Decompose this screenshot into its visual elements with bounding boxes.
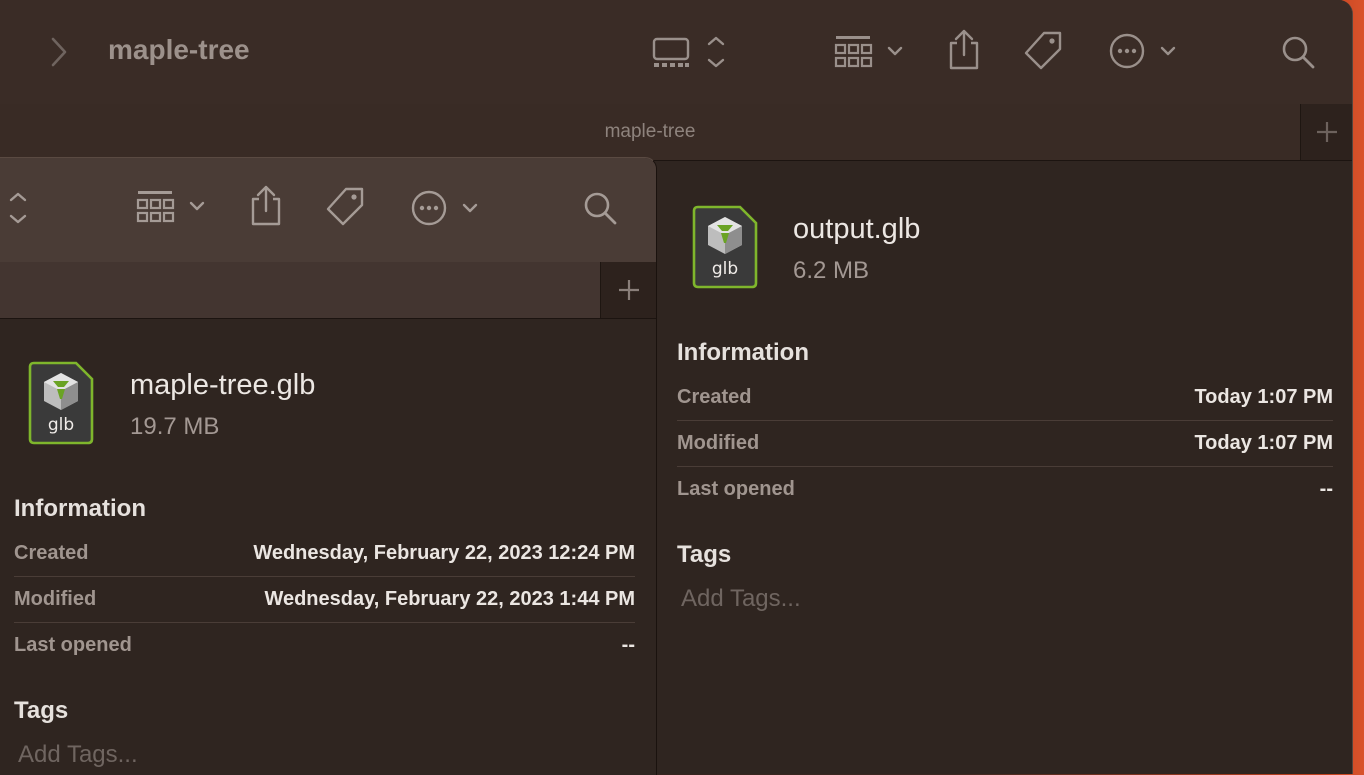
glb-file-icon: glb xyxy=(690,205,760,289)
add-tags-field[interactable]: Add Tags... xyxy=(18,741,138,769)
modified-value: Today 1:07 PM xyxy=(1194,432,1333,454)
finder-window-front: glb maple-tree.glb 19.7 MB Information C… xyxy=(0,157,657,775)
view-mode-icon[interactable] xyxy=(8,192,28,226)
modified-label: Modified xyxy=(14,588,97,610)
plus-icon xyxy=(617,278,641,302)
last-opened-row: Last opened -- xyxy=(677,467,1333,513)
file-extension-label: glb xyxy=(47,415,75,435)
created-label: Created xyxy=(677,386,752,408)
modified-row: Modified Wednesday, February 22, 2023 1:… xyxy=(14,577,635,623)
plus-icon xyxy=(1315,120,1339,144)
new-tab-button[interactable] xyxy=(1300,104,1352,160)
group-icon[interactable] xyxy=(136,189,210,225)
glb-file-icon: glb xyxy=(26,361,96,445)
share-icon[interactable] xyxy=(248,184,284,228)
more-icon[interactable] xyxy=(1108,32,1180,70)
preview-pane-output: glb output.glb 6.2 MB Information Create… xyxy=(656,161,1352,774)
created-value: Wednesday, February 22, 2023 12:24 PM xyxy=(253,542,635,564)
add-tags-field[interactable]: Add Tags... xyxy=(681,585,801,613)
modified-label: Modified xyxy=(677,432,760,454)
modified-value: Wednesday, February 22, 2023 1:44 PM xyxy=(264,588,635,610)
new-tab-button[interactable] xyxy=(600,262,656,318)
file-name: output.glb xyxy=(793,213,921,245)
modified-row: Modified Today 1:07 PM xyxy=(677,421,1333,467)
file-size: 19.7 MB xyxy=(130,413,220,440)
tag-icon[interactable] xyxy=(1022,30,1064,72)
last-opened-value: -- xyxy=(621,634,635,656)
group-icon[interactable] xyxy=(834,34,908,70)
view-mode-icon[interactable] xyxy=(652,36,732,70)
search-icon[interactable] xyxy=(582,190,618,226)
created-row: Created Wednesday, February 22, 2023 12:… xyxy=(14,531,635,577)
toolbar: maple-tree xyxy=(0,0,1352,104)
chevron-right-icon[interactable] xyxy=(48,36,70,68)
front-tab-bar xyxy=(0,262,656,319)
created-label: Created xyxy=(14,542,89,564)
file-size: 6.2 MB xyxy=(793,257,870,284)
window-title: maple-tree xyxy=(108,34,250,65)
tag-icon[interactable] xyxy=(324,186,366,228)
created-value: Today 1:07 PM xyxy=(1194,386,1333,408)
last-opened-label: Last opened xyxy=(14,634,132,656)
information-heading: Information xyxy=(677,339,809,366)
tags-heading: Tags xyxy=(677,541,732,568)
share-icon[interactable] xyxy=(946,28,982,72)
information-heading: Information xyxy=(14,495,146,522)
tags-heading: Tags xyxy=(14,697,69,724)
last-opened-label: Last opened xyxy=(677,478,795,500)
more-icon[interactable] xyxy=(410,189,482,227)
created-row: Created Today 1:07 PM xyxy=(677,375,1333,421)
file-name: maple-tree.glb xyxy=(130,369,316,401)
tab-maple-tree[interactable]: maple-tree xyxy=(0,121,1300,143)
last-opened-row: Last opened -- xyxy=(14,623,635,669)
front-toolbar xyxy=(0,158,656,262)
last-opened-value: -- xyxy=(1319,478,1333,500)
file-extension-label: glb xyxy=(711,259,739,279)
search-icon[interactable] xyxy=(1280,34,1316,70)
